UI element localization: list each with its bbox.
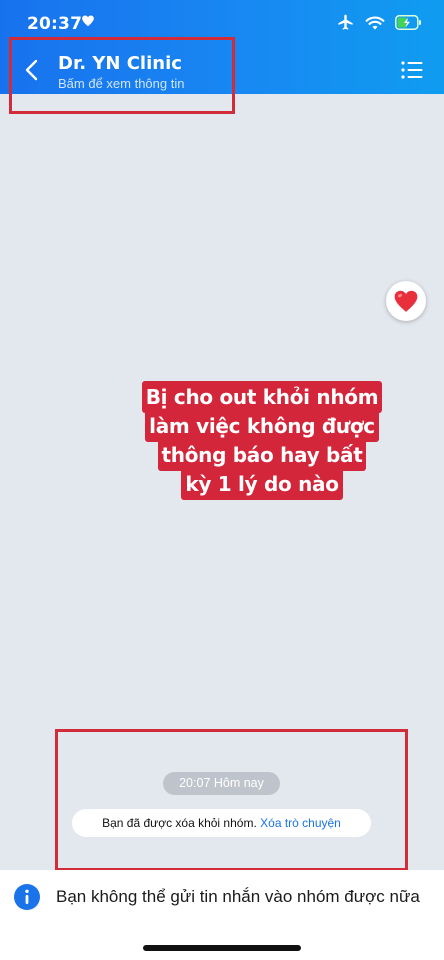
heart-icon <box>394 290 418 312</box>
system-message: Bạn đã được xóa khỏi nhóm. Xóa trò chuyệ… <box>72 809 371 837</box>
caption-line: kỳ 1 lý do nào <box>181 468 343 500</box>
menu-button[interactable] <box>400 60 424 80</box>
system-message-text: Bạn đã được xóa khỏi nhóm. <box>102 816 257 830</box>
info-icon <box>14 884 40 910</box>
list-menu-icon <box>401 61 423 79</box>
delete-conversation-link[interactable]: Xóa trò chuyện <box>260 816 341 830</box>
home-indicator[interactable] <box>143 945 301 951</box>
status-icons <box>336 13 422 32</box>
heart-reaction-button[interactable] <box>386 281 426 321</box>
footer-bar: Bạn không thể gửi tin nhắn vào nhóm được… <box>0 870 444 960</box>
status-time: 20:37 <box>27 14 83 34</box>
footer-notice: Bạn không thể gửi tin nhắn vào nhóm được… <box>56 887 420 906</box>
airplane-icon <box>338 14 353 30</box>
caption-line: Bị cho out khỏi nhóm <box>141 381 383 413</box>
caption-line: làm việc không được <box>145 410 379 442</box>
timestamp-pill: 20:07 Hôm nay <box>163 772 280 795</box>
wifi-icon <box>365 15 385 30</box>
highlight-box-header <box>9 37 235 114</box>
battery-charging-icon <box>395 15 421 30</box>
heart-status-icon <box>81 14 95 33</box>
highlight-box-system-message <box>55 729 408 871</box>
caption-line: thông báo hay bất <box>157 439 367 471</box>
overlay-caption: Bị cho out khỏi nhóm làm việc không được… <box>135 381 389 500</box>
